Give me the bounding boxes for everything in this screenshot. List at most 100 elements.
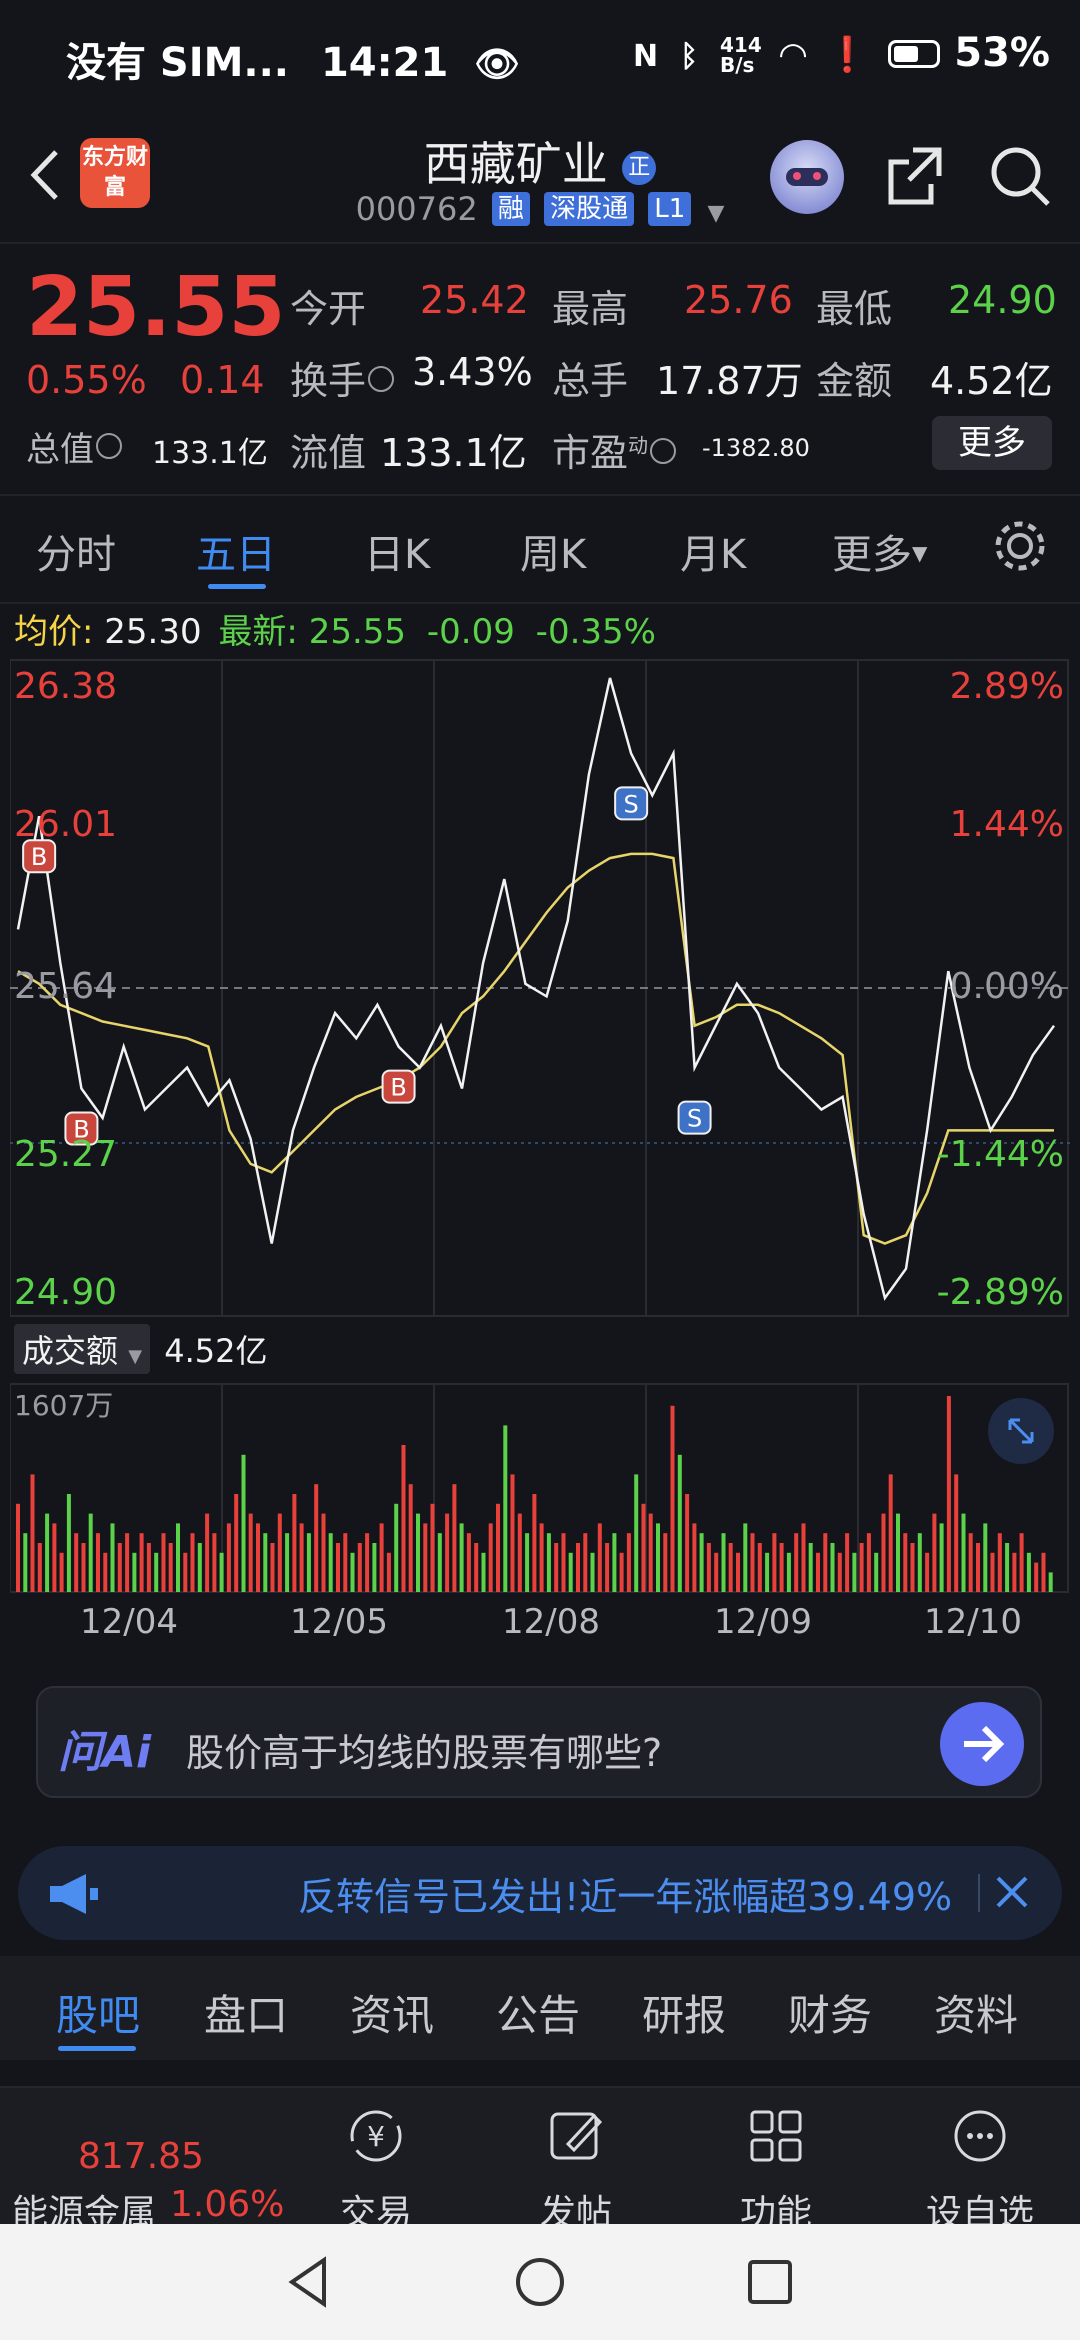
ai-question-bar[interactable]: 问Ai 股价高于均线的股票有哪些? xyxy=(36,1686,1042,1798)
share-button[interactable] xyxy=(885,144,945,212)
volume-bar xyxy=(888,1474,893,1592)
volume-bar xyxy=(663,1533,668,1592)
tab-financials[interactable]: 财务 xyxy=(788,1982,872,2043)
nav-back-icon[interactable] xyxy=(284,2254,334,2310)
amount-label: 金额 xyxy=(816,359,893,403)
banner-close-button[interactable] xyxy=(988,1868,1036,1920)
volume-label: 总手 xyxy=(552,359,629,403)
volume-bar xyxy=(66,1494,71,1592)
volume-bar xyxy=(896,1513,900,1592)
status-right: N ᛒ 414 B/s ◠ ❗ 53% xyxy=(633,30,1050,76)
tab-announcements[interactable]: 公告 xyxy=(496,1982,580,2043)
ai-submit-button[interactable] xyxy=(940,1702,1024,1786)
edit-icon xyxy=(550,2112,603,2160)
volume-max-label: 1607万 xyxy=(14,1389,114,1422)
tag-margin: 融 xyxy=(491,192,530,226)
stock-name: 西藏矿业 xyxy=(423,137,608,191)
nav-recents-icon[interactable] xyxy=(744,2256,796,2308)
volume-bar xyxy=(197,1543,202,1592)
sell-marker[interactable]: S xyxy=(614,786,649,821)
tab-news[interactable]: 资讯 xyxy=(350,1982,434,2043)
volume-bar xyxy=(590,1552,595,1592)
volume-bar xyxy=(365,1533,370,1592)
info-icon xyxy=(96,433,122,459)
volume-bar xyxy=(241,1454,246,1592)
volume-bar xyxy=(416,1513,420,1592)
signal-banner[interactable]: 反转信号已发出!近一年涨幅超39.49% xyxy=(18,1846,1062,1940)
volume-bar xyxy=(496,1503,500,1592)
latest-value: 25.55 xyxy=(308,612,407,652)
volume-bar xyxy=(190,1533,195,1592)
volume-bar xyxy=(677,1454,682,1592)
volume-bar xyxy=(270,1543,275,1592)
tab-profile[interactable]: 资料 xyxy=(934,1982,1018,2043)
sell-marker[interactable]: S xyxy=(677,1100,712,1135)
avg-value: 25.30 xyxy=(104,612,202,652)
volume-bar xyxy=(234,1494,239,1592)
volume-bar xyxy=(961,1513,966,1592)
volume-bar xyxy=(37,1543,42,1592)
settings-button[interactable] xyxy=(990,516,1050,580)
volume-chart[interactable] xyxy=(10,1382,1070,1594)
ai-robot-icon[interactable] xyxy=(770,140,844,214)
sector-index-value: 817.85 xyxy=(78,2136,204,2177)
y-tick-left-3: 25.27 xyxy=(14,1134,118,1175)
y-tick-left-0: 26.38 xyxy=(14,666,118,707)
grid-icon xyxy=(750,2110,802,2162)
tab-weekly-k[interactable]: 周K xyxy=(520,522,586,580)
avg-label: 均价: xyxy=(14,612,94,652)
volume-bar xyxy=(954,1474,959,1592)
y-tick-right-3: -1.44% xyxy=(936,1134,1064,1175)
nfc-icon: N xyxy=(633,39,659,74)
close-icon xyxy=(996,1876,1028,1908)
five-day-price-chart[interactable]: BBBSS xyxy=(10,658,1070,1318)
post-button[interactable]: 发帖 xyxy=(496,2088,656,2234)
gear-icon xyxy=(995,521,1045,571)
volume-bar xyxy=(576,1543,580,1592)
volume-bar xyxy=(830,1543,835,1592)
tab-research[interactable]: 研报 xyxy=(642,1982,726,2043)
sector-index-percent: 1.06% xyxy=(170,2184,285,2225)
tab-more[interactable]: 更多▼ xyxy=(832,522,927,580)
bottom-toolbar: 817.85 能源金属 1.06% ¥ 交易 发帖 功能 设自选 xyxy=(0,2086,1080,2234)
tab-forum[interactable]: 股吧 xyxy=(56,1982,140,2043)
volume-bar xyxy=(866,1533,871,1592)
volume-bar xyxy=(757,1543,762,1592)
tab-order-book[interactable]: 盘口 xyxy=(204,1982,288,2043)
nav-home-icon[interactable] xyxy=(512,2254,568,2310)
more-quote-button[interactable]: 更多 xyxy=(932,416,1052,470)
sector-index[interactable]: 817.85 能源金属 1.06% xyxy=(0,2088,284,2234)
caret-down-icon: ▼ xyxy=(707,201,725,226)
tab-five-day[interactable]: 五日 xyxy=(196,522,276,580)
volume-bar xyxy=(503,1425,508,1592)
tab-monthly-k[interactable]: 月K xyxy=(680,522,746,580)
date-label-0: 12/04 xyxy=(80,1602,178,1642)
functions-button[interactable]: 功能 xyxy=(696,2088,856,2234)
tab-daily-k[interactable]: 日K xyxy=(364,522,430,580)
volume-bar xyxy=(117,1543,122,1592)
volume-bar xyxy=(983,1523,988,1592)
tab-intraday[interactable]: 分时 xyxy=(36,522,116,580)
high-label: 最高 xyxy=(552,287,629,331)
volume-bar xyxy=(685,1494,690,1592)
volume-bar xyxy=(932,1513,937,1592)
time-text: 14:21 xyxy=(320,40,449,86)
add-watchlist-button[interactable]: 设自选 xyxy=(900,2088,1060,2234)
volume-bar xyxy=(88,1513,93,1592)
buy-marker[interactable]: B xyxy=(381,1069,416,1104)
volume-bar xyxy=(728,1543,733,1592)
ai-question-text: 股价高于均线的股票有哪些? xyxy=(186,1731,663,1775)
volume-selector[interactable]: 成交额 ▼ xyxy=(14,1324,151,1374)
wifi-icon: ◠ xyxy=(779,35,807,75)
carrier-text: 没有 SIM... xyxy=(66,40,290,86)
search-button[interactable] xyxy=(988,144,1052,212)
expand-button[interactable] xyxy=(988,1398,1054,1464)
volume-bar xyxy=(539,1523,544,1592)
more-dots-icon xyxy=(954,2110,1006,2162)
volume-bar xyxy=(997,1533,1002,1592)
volume-bar xyxy=(299,1523,304,1592)
buy-marker[interactable]: B xyxy=(22,839,57,874)
trade-button[interactable]: ¥ 交易 xyxy=(296,2088,456,2234)
low-label: 最低 xyxy=(816,287,893,331)
search-icon xyxy=(991,147,1050,206)
